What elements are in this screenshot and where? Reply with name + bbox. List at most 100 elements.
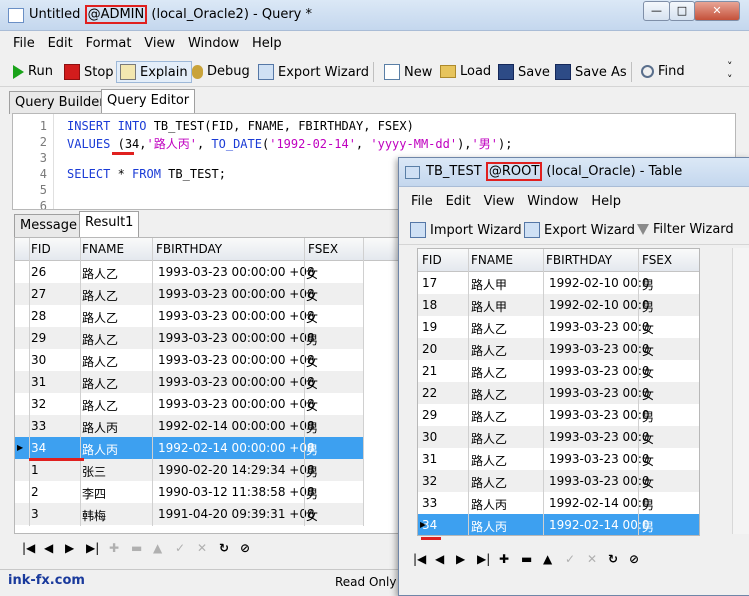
first-record-icon[interactable]: |◀ <box>22 541 35 555</box>
delete-record-icon[interactable]: ▬ <box>521 552 532 566</box>
cell-fsex[interactable]: 男 <box>306 463 318 480</box>
table-row[interactable]: 30 路人乙 1993-03-23 00:00:00 +08 女 <box>15 349 363 371</box>
cell-fname[interactable]: 路人乙 <box>471 474 507 491</box>
col-fbirthday[interactable]: FBIRTHDAY <box>156 242 222 256</box>
maximize-button[interactable]: □ <box>669 1 695 21</box>
cell-fid[interactable]: 31 <box>31 375 46 389</box>
cell-fbirthday[interactable]: 1993-03-23 00:00:00 +08 <box>158 397 315 411</box>
menu-view[interactable]: View <box>144 36 175 51</box>
cell-fname[interactable]: 路人乙 <box>82 397 118 414</box>
cell-fname[interactable]: 路人乙 <box>471 320 507 337</box>
cell-fbirthday[interactable]: 1993-03-23 00:00:00 +08 <box>158 353 315 367</box>
cell-fname[interactable]: 路人乙 <box>471 342 507 359</box>
table-row[interactable]: 30 路人乙 1993-03-23 00:0 女 <box>418 426 699 448</box>
cell-fname[interactable]: 路人乙 <box>471 452 507 469</box>
tab-query-builder[interactable]: Query Builder <box>9 91 111 114</box>
cell-fid[interactable]: 33 <box>422 496 437 510</box>
cell-fbirthday[interactable]: 1992-02-14 00:0 <box>549 518 650 532</box>
cell-fname[interactable]: 路人甲 <box>471 276 507 293</box>
apply-icon[interactable]: ✓ <box>565 552 575 566</box>
cell-fbirthday[interactable]: 1993-03-23 00:0 <box>549 386 650 400</box>
result-grid[interactable]: FID FNAME FBIRTHDAY FSEX 26 路人乙 1993-03-23… <box>14 237 401 534</box>
apply-icon[interactable]: ✓ <box>175 541 185 555</box>
minimize-button[interactable]: — <box>643 1 670 21</box>
cell-fbirthday[interactable]: 1990-02-20 14:29:34 +08 <box>158 463 315 477</box>
cell-fid[interactable]: 26 <box>31 265 46 279</box>
cell-fname[interactable]: 路人乙 <box>471 364 507 381</box>
cell-fbirthday[interactable]: 1993-03-23 00:0 <box>549 342 650 356</box>
menu-file[interactable]: File <box>13 36 35 51</box>
cell-fbirthday[interactable]: 1993-03-23 00:00:00 +08 <box>158 331 315 345</box>
table-row[interactable]: 28 路人乙 1993-03-23 00:00:00 +08 女 <box>15 305 363 327</box>
table-row[interactable]: 32 路人乙 1993-03-23 00:00:00 +08 女 <box>15 393 363 415</box>
refresh-icon[interactable]: ↻ <box>219 541 229 555</box>
menu-window[interactable]: Window <box>188 36 239 51</box>
cell-fsex[interactable]: 女 <box>642 452 654 469</box>
cell-fid[interactable]: 32 <box>31 397 46 411</box>
cell-fname[interactable]: 李四 <box>82 485 106 502</box>
menu-help[interactable]: Help <box>591 194 621 209</box>
menu-help[interactable]: Help <box>252 36 282 51</box>
table-row[interactable]: 33 路人丙 1992-02-14 00:0 男 <box>418 492 699 514</box>
next-record-icon[interactable]: ▶ <box>456 552 465 566</box>
first-record-icon[interactable]: |◀ <box>413 552 426 566</box>
menu-format[interactable]: Format <box>86 36 132 51</box>
new-button[interactable]: New <box>384 64 432 80</box>
cell-fname[interactable]: 路人乙 <box>82 353 118 370</box>
table-row[interactable]: 19 路人乙 1993-03-23 00:0 女 <box>418 316 699 338</box>
cell-fname[interactable]: 路人乙 <box>471 408 507 425</box>
cell-fid[interactable]: 28 <box>31 309 46 323</box>
cell-fsex[interactable]: 女 <box>642 342 654 359</box>
cell-fbirthday[interactable]: 1993-03-23 00:0 <box>549 430 650 444</box>
table-row[interactable]: 21 路人乙 1993-03-23 00:0 女 <box>418 360 699 382</box>
cell-fid[interactable]: 29 <box>31 331 46 345</box>
cell-fid[interactable]: 32 <box>422 474 437 488</box>
edit-record-icon[interactable]: ▲ <box>543 552 552 566</box>
cell-fname[interactable]: 张三 <box>82 463 106 480</box>
table-row[interactable]: 31 路人乙 1993-03-23 00:0 女 <box>418 448 699 470</box>
cell-fbirthday[interactable]: 1993-03-23 00:0 <box>549 408 650 422</box>
cell-fid[interactable]: 30 <box>422 430 437 444</box>
toolbar-overflow-icon[interactable]: ˅ ˅ <box>727 60 733 86</box>
cell-fsex[interactable]: 女 <box>642 430 654 447</box>
tab-message[interactable]: Message <box>14 214 83 237</box>
explain-button[interactable]: Explain <box>116 61 192 83</box>
cell-fsex[interactable]: 女 <box>306 265 318 282</box>
edit-record-icon[interactable]: ▲ <box>153 541 162 555</box>
cell-fid[interactable]: 3 <box>31 507 39 521</box>
cell-fbirthday[interactable]: 1992-02-14 00:00:00 +08 <box>158 419 315 433</box>
cell-fname[interactable]: 路人乙 <box>82 265 118 282</box>
cell-fname[interactable]: 路人丙 <box>471 496 507 513</box>
cell-fid[interactable]: 34 <box>31 441 46 455</box>
col-fname[interactable]: FNAME <box>82 242 124 256</box>
refresh-icon[interactable]: ↻ <box>608 552 618 566</box>
cell-fsex[interactable]: 男 <box>642 496 654 513</box>
cell-fid[interactable]: 31 <box>422 452 437 466</box>
cancel-icon[interactable]: ✕ <box>587 552 597 566</box>
table-row[interactable]: ▶ 34 路人丙 1992-02-14 00:00:00 +08 男 <box>15 437 363 459</box>
table-row[interactable]: 1 张三 1990-02-20 14:29:34 +08 男 <box>15 459 363 481</box>
table-row[interactable]: 17 路人甲 1992-02-10 00:0 男 <box>418 272 699 294</box>
cell-fname[interactable]: 路人乙 <box>82 331 118 348</box>
close-button[interactable]: ✕ <box>694 1 740 21</box>
cell-fbirthday[interactable]: 1993-03-23 00:00:00 +08 <box>158 287 315 301</box>
cell-fsex[interactable]: 女 <box>306 287 318 304</box>
run-button[interactable]: Run <box>13 64 53 79</box>
tab-result1[interactable]: Result1 <box>79 211 140 237</box>
col-fname[interactable]: FNAME <box>471 253 513 267</box>
cell-fid[interactable]: 1 <box>31 463 39 477</box>
last-record-icon[interactable]: ▶| <box>477 552 490 566</box>
cell-fbirthday[interactable]: 1992-02-14 00:00:00 +08 <box>158 441 315 455</box>
cancel-icon[interactable]: ✕ <box>197 541 207 555</box>
prev-record-icon[interactable]: ◀ <box>435 552 444 566</box>
cell-fbirthday[interactable]: 1993-03-23 00:00:00 +08 <box>158 309 315 323</box>
cell-fsex[interactable]: 女 <box>642 364 654 381</box>
cell-fsex[interactable]: 女 <box>642 320 654 337</box>
cell-fsex[interactable]: 女 <box>642 474 654 491</box>
cell-fsex[interactable]: 男 <box>306 485 318 502</box>
cell-fsex[interactable]: 男 <box>306 441 318 458</box>
col-fbirthday[interactable]: FBIRTHDAY <box>546 253 612 267</box>
export-wizard-button[interactable]: Export Wizard <box>258 64 369 80</box>
table-row[interactable]: 31 路人乙 1993-03-23 00:00:00 +08 女 <box>15 371 363 393</box>
cell-fbirthday[interactable]: 1993-03-23 00:0 <box>549 364 650 378</box>
